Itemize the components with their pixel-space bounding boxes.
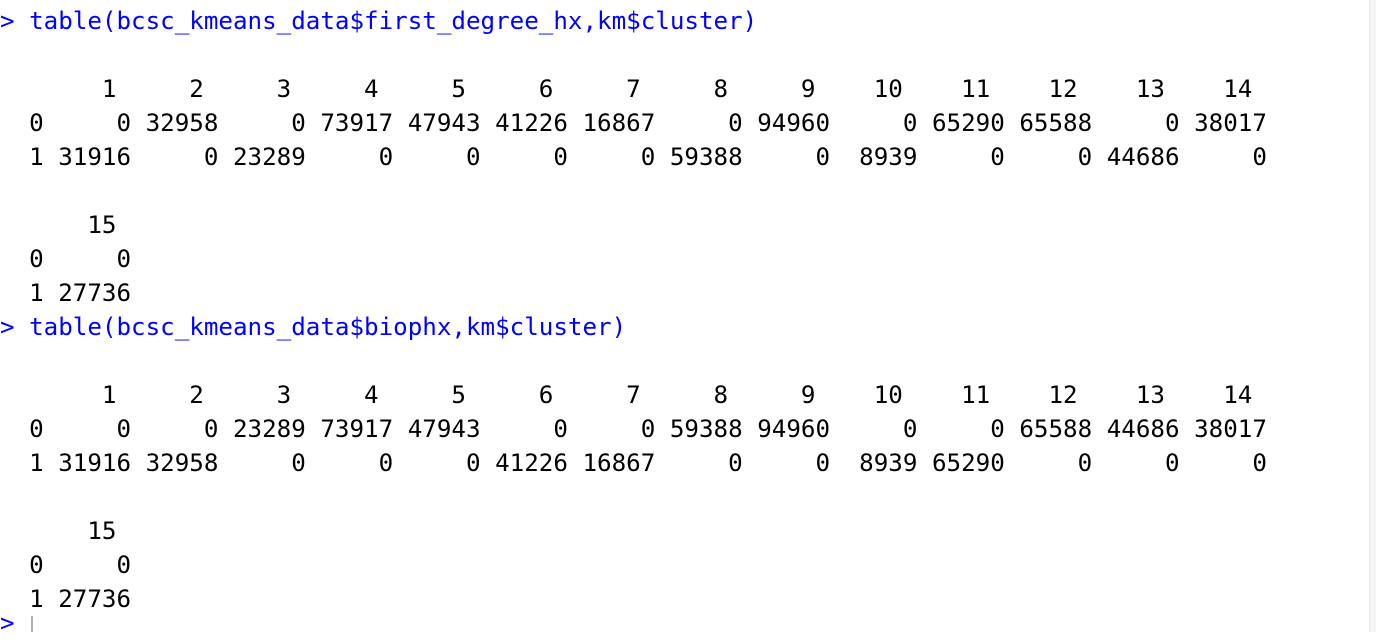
console-line-output: 0 0 (0, 245, 132, 273)
console-line-output: 1 31916 0 23289 0 0 0 0 59388 0 8939 0 0… (0, 143, 1267, 171)
console-line-output (0, 174, 1368, 208)
console-line-output: 0 0 32958 0 73917 47943 41226 16867 0 94… (0, 109, 1267, 137)
console-line-output: 1 27736 (0, 585, 132, 613)
console-command-text: table(bcsc_kmeans_data$biophx,km$cluster… (14, 313, 627, 341)
console-input-line[interactable]: > (0, 609, 40, 637)
console-line-output: 1 2 3 4 5 6 7 8 9 10 11 12 13 14 (0, 381, 1253, 409)
console-prompt: > (0, 313, 15, 341)
console-prompt: > (0, 7, 15, 35)
console-line-output: 1 2 3 4 5 6 7 8 9 10 11 12 13 14 (0, 75, 1253, 103)
r-console[interactable]: > table(bcsc_kmeans_data$first_degree_hx… (0, 4, 1368, 616)
console-line-output: 15 (0, 517, 117, 545)
console-prompt: > (0, 609, 15, 637)
console-line-output: 15 (0, 211, 117, 239)
console-line-output: 0 0 0 23289 73917 47943 0 0 59388 94960 … (0, 415, 1267, 443)
console-line-output (0, 38, 1368, 72)
console-line-output (0, 344, 1368, 378)
console-line-output: 0 0 (0, 551, 132, 579)
console-line-command: > table(bcsc_kmeans_data$biophx,km$clust… (0, 310, 1368, 344)
text-cursor (31, 616, 33, 632)
console-line-output: 1 31916 32958 0 0 0 41226 16867 0 0 8939… (0, 449, 1267, 477)
console-line-command: > table(bcsc_kmeans_data$first_degree_hx… (0, 4, 1368, 38)
console-command-text: table(bcsc_kmeans_data$first_degree_hx,k… (14, 7, 758, 35)
vertical-scrollbar[interactable] (1369, 0, 1376, 632)
console-line-output (0, 480, 1368, 514)
console-line-output: 1 27736 (0, 279, 132, 307)
